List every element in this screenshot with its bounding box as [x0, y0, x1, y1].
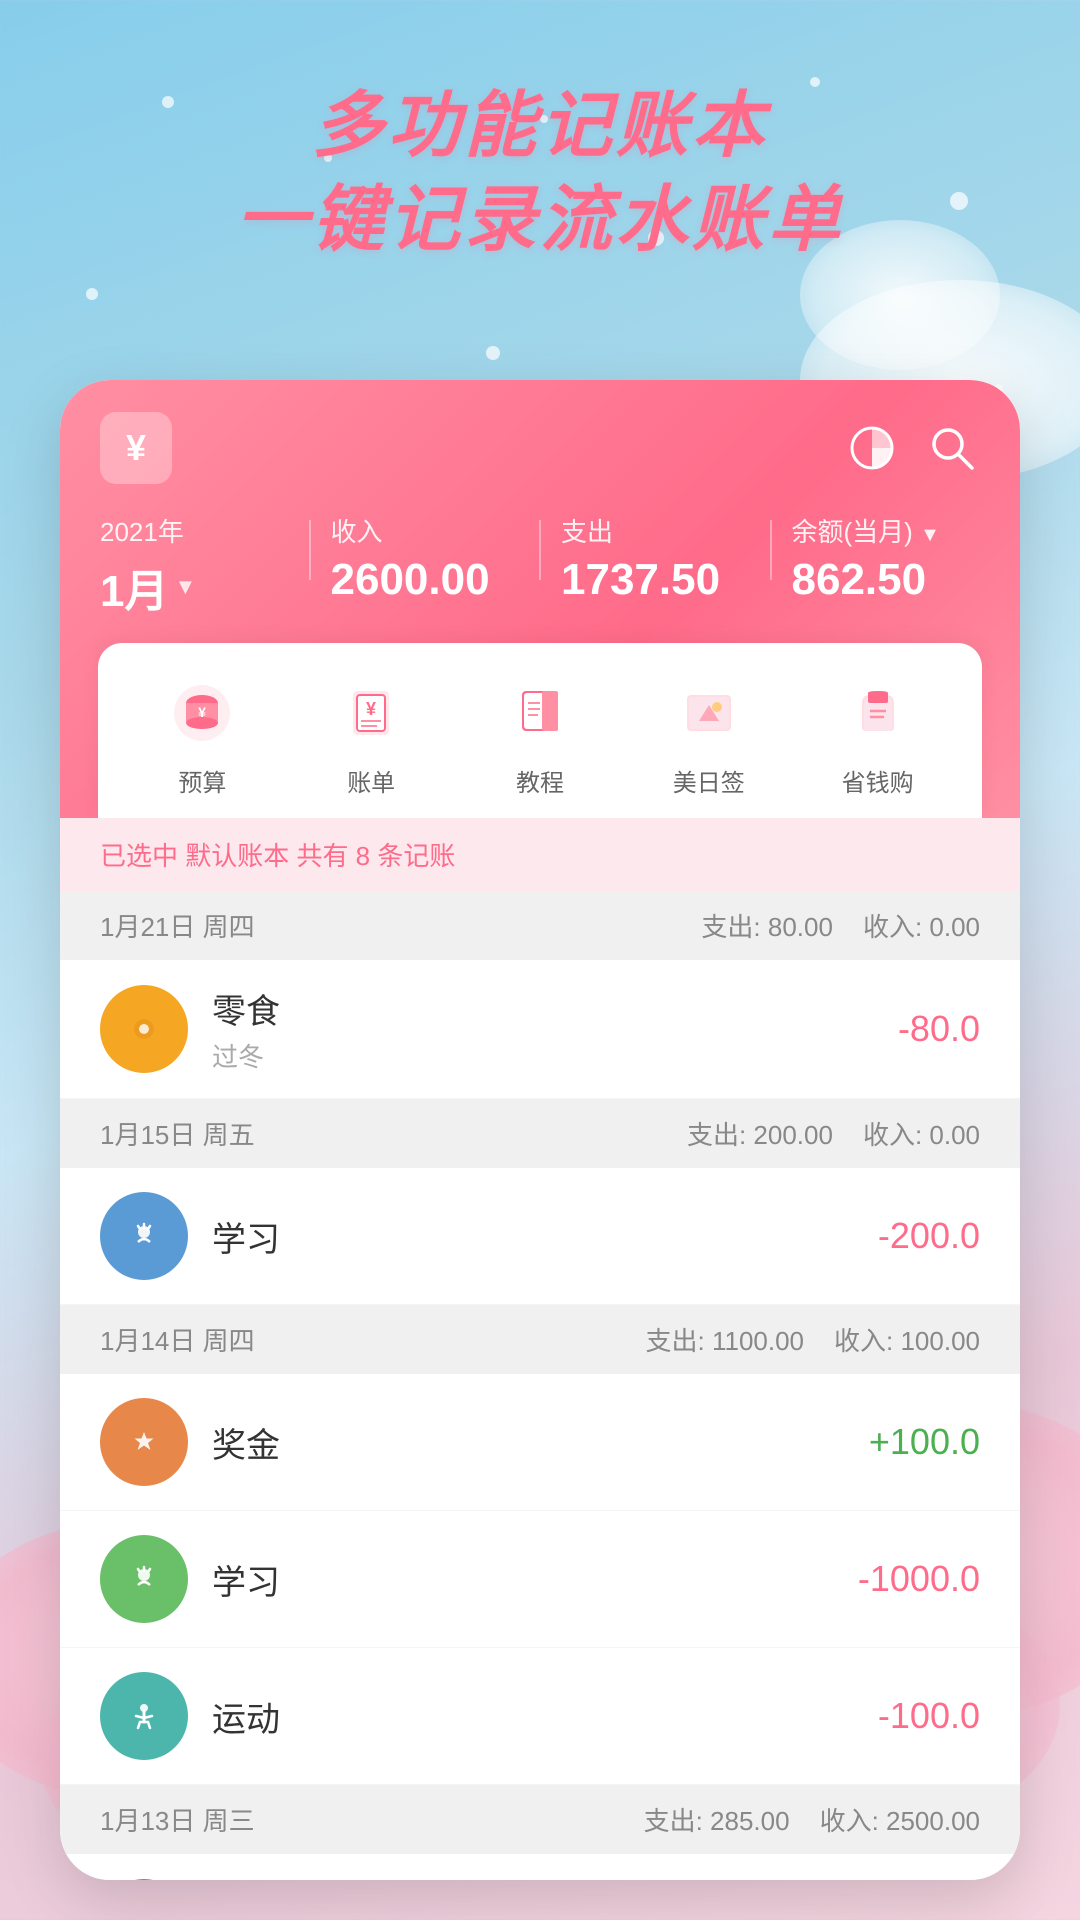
stats-row: 2021年 1月 ▼ 收入 2600.00 支出 1737.50 余额(当月) [100, 512, 980, 619]
stat-divider-2 [539, 520, 541, 580]
header-icons [844, 420, 980, 476]
svg-text:¥: ¥ [198, 704, 206, 720]
tx-snack[interactable]: 零食 过冬 -80.0 [60, 960, 1020, 1099]
tx-snack-info: 零食 过冬 [212, 984, 874, 1074]
balance-dropdown[interactable]: ▼ [920, 524, 940, 546]
hero-line2: 一键记录流水账单 [0, 174, 1080, 268]
diary-label: 美日签 [673, 763, 745, 798]
date-jan13-stats: 支出: 285.00 收入: 2500.00 [644, 1801, 980, 1838]
tx-study2-name: 学习 [212, 1555, 834, 1604]
tx-study1-info: 学习 [212, 1212, 854, 1261]
tx-snack-name: 零食 [212, 984, 874, 1033]
ledger-icon: ¥ [331, 673, 411, 753]
jan13-income: 收入: 2500.00 [820, 1801, 980, 1838]
tx-study1-amount: -200.0 [878, 1215, 980, 1257]
search-button[interactable] [924, 420, 980, 476]
date-jan21-stats: 支出: 80.00 收入: 0.00 [701, 907, 980, 944]
expense-label: 支出 [561, 512, 750, 549]
balance-label: 余额(当月) ▼ [792, 512, 981, 549]
tx-study2-icon [100, 1535, 188, 1623]
tx-snack-icon [100, 985, 188, 1073]
tx-exercise-amount: -100.0 [878, 1695, 980, 1737]
svg-text:¥: ¥ [366, 699, 376, 719]
account-header: 已选中 默认账本 共有 8 条记账 [60, 818, 1020, 891]
tutorial-icon [500, 673, 580, 753]
month-value: 1月 ▼ [100, 555, 289, 619]
tx-other-icon [100, 1879, 188, 1880]
tx-study2-info: 学习 [212, 1555, 834, 1604]
balance-value: 862.50 [792, 555, 981, 605]
tx-exercise-info: 运动 [212, 1692, 854, 1741]
jan15-income: 收入: 0.00 [863, 1115, 980, 1152]
tx-bonus-icon [100, 1398, 188, 1486]
jan15-expense: 支出: 200.00 [687, 1115, 833, 1152]
tx-study1-icon [100, 1192, 188, 1280]
budget-label: 预算 [178, 763, 226, 798]
jan21-expense: 支出: 80.00 [701, 907, 833, 944]
income-stat: 收入 2600.00 [331, 512, 520, 605]
menu-tutorial[interactable]: 教程 [500, 673, 580, 798]
diary-icon [669, 673, 749, 753]
content-area: 已选中 默认账本 共有 8 条记账 1月21日 周四 支出: 80.00 收入:… [60, 818, 1020, 1880]
tx-snack-note: 过冬 [212, 1037, 874, 1074]
savings-label: 省钱购 [842, 763, 914, 798]
savings-icon [838, 673, 918, 753]
tutorial-label: 教程 [516, 763, 564, 798]
app-card: ¥ 2021年 [60, 380, 1020, 1880]
date-section-jan21: 1月21日 周四 支出: 80.00 收入: 0.00 [60, 891, 1020, 960]
hero-title: 多功能记账本 一键记录流水账单 [0, 80, 1080, 267]
date-jan13: 1月13日 周三 [100, 1801, 255, 1838]
date-jan15-stats: 支出: 200.00 收入: 0.00 [687, 1115, 980, 1152]
stat-divider-3 [770, 520, 772, 580]
tx-snack-amount: -80.0 [898, 1008, 980, 1050]
expense-value: 1737.50 [561, 555, 750, 605]
tx-study1[interactable]: 学习 -200.0 [60, 1168, 1020, 1305]
menu-ledger[interactable]: ¥ 账单 [331, 673, 411, 798]
tx-bonus[interactable]: 奖金 +100.0 [60, 1374, 1020, 1511]
ledger-label: 账单 [347, 763, 395, 798]
tx-bonus-info: 奖金 [212, 1418, 845, 1467]
expense-stat: 支出 1737.50 [561, 512, 750, 605]
pie-chart-button[interactable] [844, 420, 900, 476]
menu-savings[interactable]: 省钱购 [838, 673, 918, 798]
quick-menu: ¥ 预算 ¥ 账单 [98, 643, 982, 818]
date-jan14-stats: 支出: 1100.00 收入: 100.00 [646, 1321, 981, 1358]
tx-study2[interactable]: 学习 -1000.0 [60, 1511, 1020, 1648]
tx-exercise[interactable]: 运动 -100.0 [60, 1648, 1020, 1785]
budget-icon: ¥ [162, 673, 242, 753]
tx-exercise-name: 运动 [212, 1692, 854, 1741]
tx-other-name: 其他 [212, 1878, 825, 1880]
date-section-jan14: 1月14日 周四 支出: 1100.00 收入: 100.00 [60, 1305, 1020, 1374]
jan14-expense: 支出: 1100.00 [646, 1321, 805, 1358]
tx-other[interactable]: 其他 小猪砸碎哒 +2500.0 [60, 1854, 1020, 1880]
income-value: 2600.00 [331, 555, 520, 605]
jan14-income: 收入: 100.00 [834, 1321, 980, 1358]
yuan-icon: ¥ [100, 412, 172, 484]
hero-line1: 多功能记账本 [0, 80, 1080, 174]
date-jan15: 1月15日 周五 [100, 1115, 255, 1152]
jan21-income: 收入: 0.00 [863, 907, 980, 944]
header-top: ¥ [100, 412, 980, 484]
date-jan14: 1月14日 周四 [100, 1321, 255, 1358]
date-section-jan13: 1月13日 周三 支出: 285.00 收入: 2500.00 [60, 1785, 1020, 1854]
menu-diary[interactable]: 美日签 [669, 673, 749, 798]
year-month-stat: 2021年 1月 ▼ [100, 512, 289, 619]
tx-study1-name: 学习 [212, 1212, 854, 1261]
tx-exercise-icon [100, 1672, 188, 1760]
income-label: 收入 [331, 512, 520, 549]
balance-stat: 余额(当月) ▼ 862.50 [792, 512, 981, 605]
year-label: 2021年 [100, 512, 289, 549]
tx-bonus-name: 奖金 [212, 1418, 845, 1467]
menu-budget[interactable]: ¥ 预算 [162, 673, 242, 798]
stat-divider-1 [309, 520, 311, 580]
month-dropdown-arrow[interactable]: ▼ [174, 574, 196, 600]
tx-study2-amount: -1000.0 [858, 1558, 980, 1600]
date-section-jan15: 1月15日 周五 支出: 200.00 收入: 0.00 [60, 1099, 1020, 1168]
tx-bonus-amount: +100.0 [869, 1421, 980, 1463]
date-jan21: 1月21日 周四 [100, 907, 255, 944]
jan13-expense: 支出: 285.00 [644, 1801, 790, 1838]
tx-other-info: 其他 小猪砸碎哒 [212, 1878, 825, 1880]
app-header: ¥ 2021年 [60, 380, 1020, 818]
